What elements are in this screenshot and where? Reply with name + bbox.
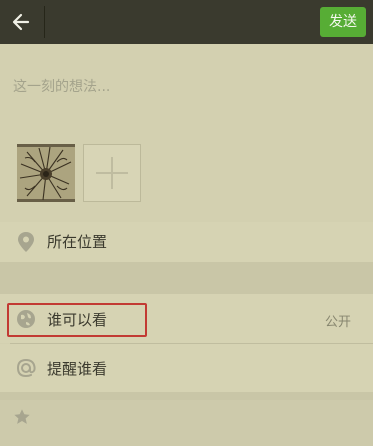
location-label: 所在位置 — [47, 233, 108, 251]
plus-icon — [96, 157, 128, 189]
location-row[interactable]: 所在位置 — [0, 222, 373, 262]
photo-artwork — [17, 144, 75, 202]
photo-thumbnail[interactable] — [17, 144, 75, 202]
map-pin-icon — [16, 231, 36, 257]
favorite-row[interactable] — [0, 400, 373, 446]
toolbar-divider — [44, 6, 45, 38]
arrow-left-icon — [12, 13, 30, 31]
visibility-row[interactable]: 谁可以看 公开 — [0, 294, 373, 343]
visibility-label: 谁可以看 — [47, 311, 108, 329]
back-button[interactable] — [4, 4, 38, 40]
remind-row[interactable]: 提醒谁看 — [0, 344, 373, 392]
at-sign-icon — [16, 358, 36, 382]
remind-label: 提醒谁看 — [47, 360, 108, 378]
star-icon — [13, 408, 31, 430]
visibility-value: 公开 — [324, 315, 351, 330]
add-photo-button[interactable] — [83, 144, 141, 202]
top-bar: 发送 — [0, 0, 373, 44]
bottom-gap — [0, 392, 373, 400]
send-button[interactable]: 发送 — [320, 7, 366, 37]
globe-icon — [16, 309, 36, 333]
post-text-input[interactable] — [13, 76, 353, 98]
section-gap — [0, 262, 373, 294]
